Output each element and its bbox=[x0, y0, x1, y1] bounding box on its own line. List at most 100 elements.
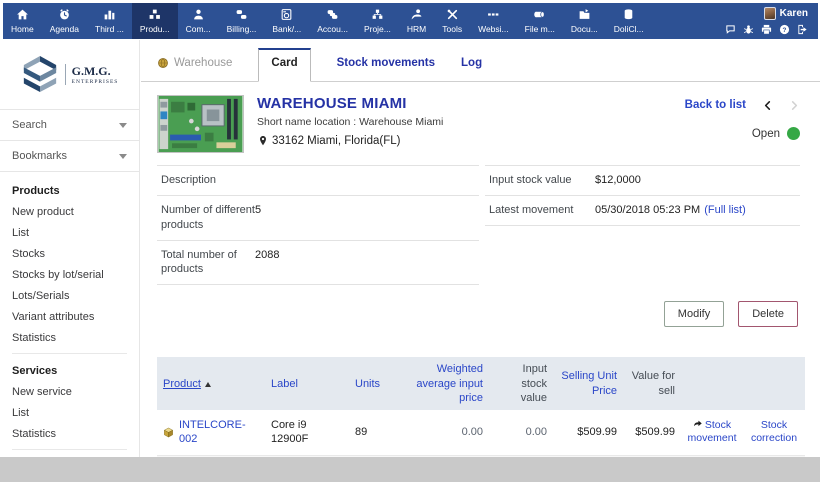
detail-row-different-products: Number of different products 5 bbox=[157, 196, 479, 241]
products-icon bbox=[148, 8, 161, 21]
warehouse-header: WAREHOUSE MIAMI Short name location : Wa… bbox=[141, 82, 820, 153]
nav-item-commerce[interactable]: Com... bbox=[178, 3, 219, 39]
next-record-icon[interactable] bbox=[789, 100, 800, 111]
file-manager-icon bbox=[533, 8, 546, 21]
tab-stock-movements[interactable]: Stock movements bbox=[337, 57, 435, 81]
nav-item-bank[interactable]: Bank/... bbox=[264, 3, 309, 39]
stock-movement-link[interactable]: Stock movement bbox=[687, 419, 737, 446]
chevron-down-icon bbox=[119, 154, 127, 159]
status-label: Open bbox=[752, 128, 780, 140]
sidebar-menu: Products New product List Stocks Stocks … bbox=[0, 172, 139, 457]
doliclub-icon bbox=[622, 8, 635, 21]
main-content: Warehouse Card Stock movements Log bbox=[141, 40, 820, 457]
product-link[interactable]: INTELCORE-002 bbox=[179, 418, 259, 447]
nav-item-websites[interactable]: Websi... bbox=[470, 3, 517, 39]
search-dropdown-label: Search bbox=[12, 119, 47, 131]
bookmarks-dropdown-label: Bookmarks bbox=[12, 150, 67, 162]
avatar bbox=[764, 7, 776, 20]
hrm-icon bbox=[410, 8, 423, 21]
nav-item-third-parties[interactable]: Third ... bbox=[87, 3, 132, 39]
sidebar-item-new-product[interactable]: New product bbox=[12, 206, 139, 218]
stock-correction-link[interactable]: Stock correction bbox=[749, 419, 799, 446]
col-actions-1 bbox=[681, 357, 743, 410]
table-header-row: Product Label Units Weighted average inp… bbox=[157, 357, 805, 410]
sidebar-item-products-statistics[interactable]: Statistics bbox=[12, 332, 139, 344]
search-dropdown[interactable]: Search bbox=[0, 109, 139, 140]
chat-icon[interactable] bbox=[725, 24, 736, 35]
tab-card[interactable]: Card bbox=[258, 48, 310, 82]
sidebar-item-new-service[interactable]: New service bbox=[12, 386, 127, 398]
nav-item-projects[interactable]: Proje... bbox=[356, 3, 399, 39]
company-logo[interactable]: G.M.G. ENTERPRISES bbox=[0, 40, 139, 109]
nav-item-documents[interactable]: Docu... bbox=[563, 3, 606, 39]
warehouse-photo bbox=[157, 95, 244, 153]
nav-item-agenda[interactable]: Agenda bbox=[42, 3, 87, 39]
printer-icon[interactable] bbox=[761, 24, 772, 35]
commerce-icon bbox=[192, 8, 205, 21]
user-menu[interactable]: Karen bbox=[764, 7, 808, 20]
accountancy-icon bbox=[326, 8, 339, 21]
full-list-link[interactable]: (Full list) bbox=[704, 203, 746, 218]
short-name-line: Short name location : Warehouse Miami bbox=[257, 116, 443, 128]
selling-unit-price: $509.99 bbox=[553, 410, 623, 455]
share-arrow-icon bbox=[693, 419, 703, 429]
input-stock-value: 0.00 bbox=[489, 410, 553, 455]
previous-record-icon[interactable] bbox=[762, 100, 773, 111]
company-logo-text: G.M.G. ENTERPRISES bbox=[65, 64, 119, 85]
nav-item-accountancy[interactable]: Accou... bbox=[309, 3, 356, 39]
detail-row-latest-movement: Latest movement 05/30/2018 05:23 PM (Ful… bbox=[485, 196, 800, 226]
sidebar-item-products-list[interactable]: List bbox=[12, 227, 139, 239]
col-actions-2 bbox=[743, 357, 805, 410]
tab-warehouse[interactable]: Warehouse bbox=[157, 57, 232, 81]
bug-icon[interactable] bbox=[743, 24, 754, 35]
nav-item-file-manager[interactable]: File m... bbox=[517, 3, 563, 39]
nav-item-hrm[interactable]: HRM bbox=[399, 3, 434, 39]
tools-icon bbox=[446, 8, 459, 21]
col-label[interactable]: Label bbox=[265, 357, 349, 410]
modify-button[interactable]: Modify bbox=[664, 301, 724, 327]
sidebar-item-lots-serials[interactable]: Lots/Serials bbox=[12, 290, 139, 302]
sidebar-item-variant-attributes[interactable]: Variant attributes bbox=[12, 311, 139, 323]
logout-icon[interactable] bbox=[797, 24, 808, 35]
sidebar-item-services-list[interactable]: List bbox=[12, 407, 127, 419]
billing-icon bbox=[235, 8, 248, 21]
col-weighted-average-input-price[interactable]: Weighted average input price bbox=[391, 357, 489, 410]
action-buttons: Modify Delete bbox=[141, 285, 820, 327]
third-parties-icon bbox=[103, 8, 116, 21]
page-title: WAREHOUSE MIAMI bbox=[257, 95, 443, 112]
user-name: Karen bbox=[780, 8, 808, 19]
svg-text:?: ? bbox=[783, 27, 787, 34]
nav-item-doliclub[interactable]: DoliCl... bbox=[606, 3, 652, 39]
menu-section-title: Services bbox=[12, 365, 127, 377]
nav-item-home[interactable]: Home bbox=[3, 3, 42, 39]
col-units[interactable]: Units bbox=[349, 357, 391, 410]
product-cube-icon bbox=[163, 427, 174, 438]
agenda-icon bbox=[58, 8, 71, 21]
details-right-table: Input stock value $12,0000 Latest moveme… bbox=[485, 165, 800, 285]
col-selling-unit-price[interactable]: Selling Unit Price bbox=[553, 357, 623, 410]
menu-section-products: Products New product List Stocks Stocks … bbox=[12, 185, 139, 344]
sidebar-item-stocks[interactable]: Stocks bbox=[12, 248, 139, 260]
top-navbar: Home Agenda Third ... Produ... Com... Bi… bbox=[3, 3, 818, 39]
bookmarks-dropdown[interactable]: Bookmarks bbox=[0, 140, 139, 172]
sidebar-item-services-statistics[interactable]: Statistics bbox=[12, 428, 127, 440]
sidebar-item-stocks-by-lot[interactable]: Stocks by lot/serial bbox=[12, 269, 139, 281]
record-navigation: Back to list bbox=[685, 99, 800, 111]
window-bottom-band bbox=[0, 457, 820, 482]
projects-icon bbox=[371, 8, 384, 21]
table-row: INTELCORE-002 Core i9 12900F 89 0.00 0.0… bbox=[157, 410, 805, 455]
product-units: 89 bbox=[349, 410, 391, 455]
product-label: Core i9 12900F bbox=[265, 410, 349, 455]
tab-log[interactable]: Log bbox=[461, 57, 482, 81]
details-area: Description Number of different products… bbox=[141, 153, 820, 285]
delete-button[interactable]: Delete bbox=[738, 301, 798, 327]
weighted-average-input-price: 0.00 bbox=[391, 410, 489, 455]
nav-item-tools[interactable]: Tools bbox=[434, 3, 470, 39]
chevron-down-icon bbox=[119, 123, 127, 128]
help-icon[interactable]: ? bbox=[779, 24, 790, 35]
col-product[interactable]: Product bbox=[157, 357, 265, 410]
nav-item-products[interactable]: Produ... bbox=[132, 3, 178, 39]
nav-item-billing[interactable]: Billing... bbox=[219, 3, 265, 39]
back-to-list-link[interactable]: Back to list bbox=[685, 99, 746, 111]
home-icon bbox=[16, 8, 29, 21]
